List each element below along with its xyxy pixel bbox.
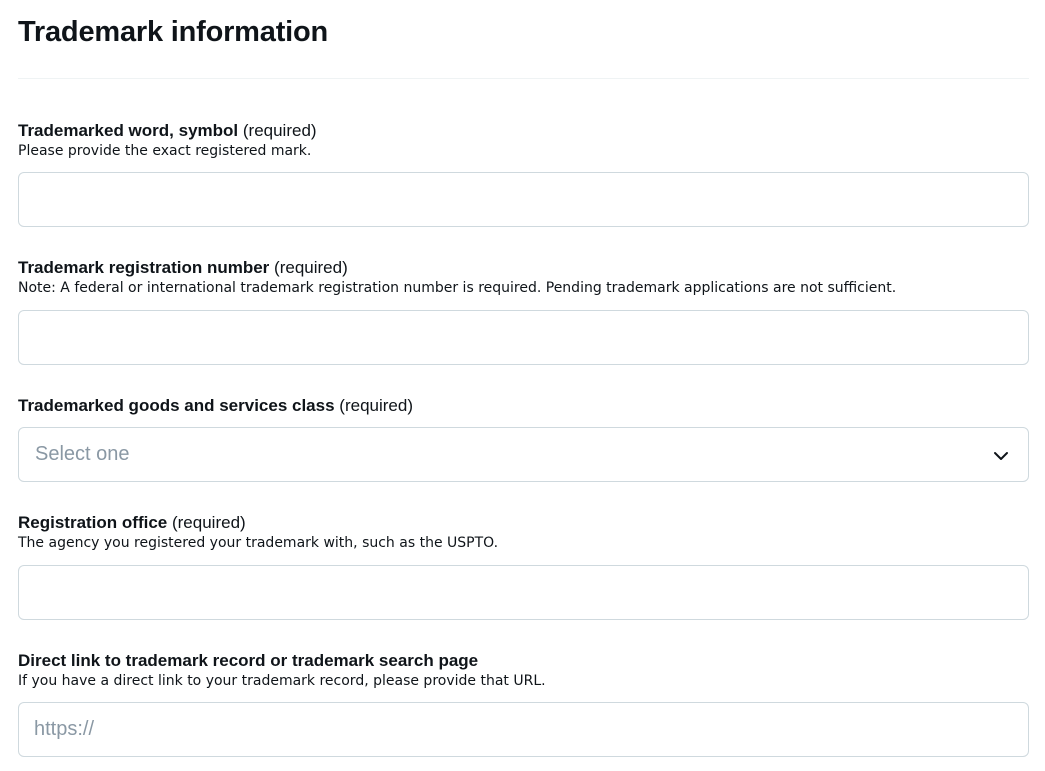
trademarked-word-input-box[interactable] <box>18 172 1029 227</box>
registration-office-label-text: Registration office <box>18 513 168 532</box>
page-title: Trademark information <box>18 16 329 48</box>
direct-link-label-text: Direct link to trademark record or trade… <box>18 651 479 670</box>
registration-number-input[interactable] <box>19 311 1028 364</box>
goods-services-class-label-text: Trademarked goods and services class <box>18 396 335 415</box>
chevron-down-icon <box>994 452 1008 460</box>
direct-link-help: If you have a direct link to your tradem… <box>18 673 546 689</box>
direct-link-field: Direct link to trademark record or trade… <box>18 650 1029 690</box>
goods-services-class-selected-value: Select one <box>35 443 130 465</box>
registration-office-label: Registration office (required) <box>18 512 1029 534</box>
registration-number-label: Trademark registration number (required) <box>18 257 1029 279</box>
goods-services-class-select[interactable]: Select one <box>18 427 1029 482</box>
registration-office-help: The agency you registered your trademark… <box>18 535 499 551</box>
goods-services-class-field: Trademarked goods and services class (re… <box>18 395 1029 417</box>
direct-link-input-box[interactable] <box>18 702 1029 757</box>
header-divider <box>18 78 1029 79</box>
registration-number-input-box[interactable] <box>18 310 1029 365</box>
registration-number-help: Note: A federal or international tradema… <box>18 280 897 296</box>
required-marker: (required) <box>242 121 317 140</box>
direct-link-input[interactable] <box>19 703 1028 756</box>
registration-office-field: Registration office (required) The agenc… <box>18 512 1029 552</box>
trademarked-word-field: Trademarked word, symbol (required) Plea… <box>18 120 1029 160</box>
registration-number-label-text: Trademark registration number <box>18 258 270 277</box>
goods-services-class-label: Trademarked goods and services class (re… <box>18 395 1029 417</box>
trademarked-word-label-text: Trademarked word, symbol <box>18 121 239 140</box>
trademarked-word-input[interactable] <box>19 173 1028 226</box>
trademarked-word-label: Trademarked word, symbol (required) <box>18 120 1029 142</box>
required-marker: (required) <box>274 258 348 277</box>
direct-link-label: Direct link to trademark record or trade… <box>18 650 1029 672</box>
registration-number-field: Trademark registration number (required)… <box>18 257 1029 297</box>
trademarked-word-help: Please provide the exact registered mark… <box>18 143 312 159</box>
required-marker: (required) <box>171 513 246 532</box>
registration-office-input-box[interactable] <box>18 565 1029 620</box>
required-marker: (required) <box>339 396 413 415</box>
registration-office-input[interactable] <box>19 566 1028 619</box>
